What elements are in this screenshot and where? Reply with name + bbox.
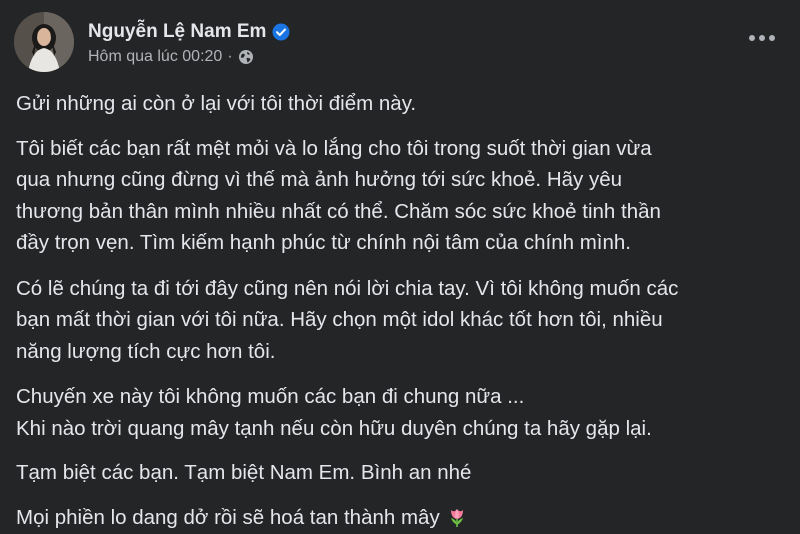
paragraph-line: năng lượng tích cực hơn tôi.	[16, 339, 276, 363]
avatar-photo	[14, 12, 74, 72]
paragraph-line: Chuyến xe này tôi không muốn các bạn đi …	[16, 385, 525, 408]
post-paragraph: Có lẽ chúng ta đi tới đây cũng nên nói l…	[16, 273, 786, 368]
post-content: Gửi những ai còn ở lại với tôi thời điểm…	[16, 88, 786, 533]
post-paragraph: Chuyến xe này tôi không muốn các bạn đi …	[16, 381, 786, 444]
author-row: Nguyễn Lệ Nam Em	[88, 19, 290, 45]
more-horizontal-icon	[749, 35, 775, 41]
paragraph-text: Mọi phiền lo dang dở rồi sẽ hoá tan thàn…	[16, 505, 440, 529]
post-timestamp[interactable]: Hôm qua lúc 00:20	[88, 48, 222, 66]
more-options-button[interactable]	[742, 18, 782, 58]
separator-dot: ·	[227, 47, 233, 65]
paragraph-line: Mọi phiền lo dang dở rồi sẽ hoá tan thàn…	[16, 502, 786, 534]
paragraph-line: qua nhưng cũng đừng vì thế mà ảnh hưởng …	[16, 168, 623, 191]
verified-badge-icon	[272, 23, 290, 41]
paragraph-line: đầy trọn vẹn. Tìm kiếm hạnh phúc từ chín…	[16, 231, 631, 254]
post-paragraph: Gửi những ai còn ở lại với tôi thời điểm…	[16, 88, 786, 120]
post-header: Nguyễn Lệ Nam Em Hôm qua lúc 00:20 ·	[14, 12, 290, 72]
post-paragraph: Tạm biệt các bạn. Tạm biệt Nam Em. Bình …	[16, 457, 786, 489]
paragraph-line: Tạm biệt các bạn. Tạm biệt Nam Em. Bình …	[16, 461, 472, 484]
facebook-post: Nguyễn Lệ Nam Em Hôm qua lúc 00:20 · Gửi…	[0, 0, 800, 534]
paragraph-line: Tôi biết các bạn rất mệt mỏi và lo lắng …	[16, 136, 652, 160]
paragraph-line: Có lẽ chúng ta đi tới đây cũng nên nói l…	[16, 276, 679, 300]
post-paragraph: Mọi phiền lo dang dở rồi sẽ hoá tan thàn…	[16, 502, 786, 534]
tulip-icon	[446, 506, 468, 528]
globe-icon[interactable]	[238, 49, 254, 65]
post-paragraph: Tôi biết các bạn rất mệt mỏi và lo lắng …	[16, 133, 786, 259]
post-meta: Nguyễn Lệ Nam Em Hôm qua lúc 00:20 ·	[88, 19, 290, 66]
post-info-row: Hôm qua lúc 00:20 ·	[88, 48, 290, 66]
paragraph-line: Khi nào trời quang mây tạnh nếu còn hữu …	[16, 416, 652, 440]
paragraph-line: bạn mất thời gian với tôi nữa. Hãy chọn …	[16, 308, 663, 331]
paragraph-line: thương bản thân mình nhiều nhất có thể. …	[16, 199, 661, 223]
author-name[interactable]: Nguyễn Lệ Nam Em	[88, 21, 266, 43]
avatar[interactable]	[14, 12, 74, 72]
paragraph-line: Gửi những ai còn ở lại với tôi thời điểm…	[16, 92, 417, 115]
